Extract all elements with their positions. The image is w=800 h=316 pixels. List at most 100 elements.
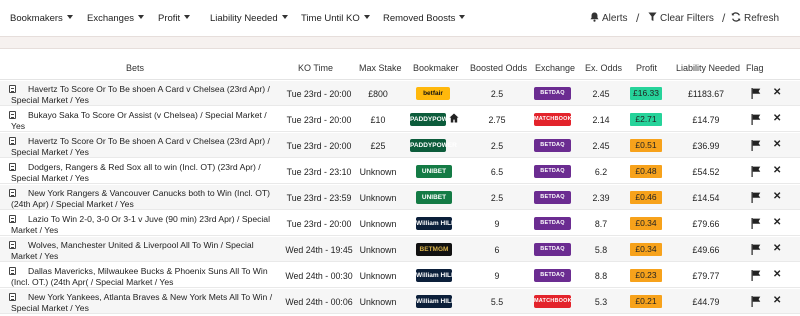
bet-description: Wolves, Manchester United & Liverpool Al…: [11, 240, 254, 261]
bet-description: Dodgers, Rangers & Red Sox all to win (I…: [11, 162, 261, 183]
close-icon[interactable]: ✕: [773, 217, 781, 228]
filter-removed-boosts[interactable]: Removed Boosts: [383, 13, 466, 24]
table-row[interactable]: Bukayo Saka To Score Or Assist (v Chelse…: [0, 107, 800, 132]
col-flag[interactable]: Flag: [746, 63, 764, 73]
liability-needed: £49.66: [692, 245, 720, 255]
ko-time: Wed 24th - 00:30: [285, 271, 353, 281]
flag-icon[interactable]: [751, 192, 761, 203]
col-bookmaker[interactable]: Bookmaker: [413, 63, 459, 73]
exchange-odds: 2.14: [592, 115, 610, 125]
bet-description: Bukayo Saka To Score Or Assist (v Chelse…: [11, 110, 267, 131]
table-header: Bets KO Time Max Stake Bookmaker Boosted…: [0, 58, 800, 80]
flag-icon[interactable]: [751, 270, 761, 281]
profit-badge: £0.51: [630, 139, 662, 152]
table-row[interactable]: Dodgers, Rangers & Red Sox all to win (I…: [0, 159, 800, 184]
max-stake: Unknown: [359, 297, 397, 307]
ko-time: Tue 23rd - 20:00: [286, 219, 352, 229]
filter-toolbar: Bookmakers Exchanges Profit Liability Ne…: [0, 0, 800, 36]
col-boosted-odds[interactable]: Boosted Odds: [470, 63, 527, 73]
ko-time: Tue 23rd - 20:00: [286, 89, 352, 99]
refresh-icon: [731, 12, 741, 23]
col-bets[interactable]: Bets: [126, 63, 144, 73]
exchange-logo: MATCHBOOK: [534, 113, 572, 126]
table-row[interactable]: Dallas Mavericks, Milwaukee Bucks & Phoe…: [0, 263, 800, 288]
bet-description: New York Yankees, Atlanta Braves & New Y…: [11, 292, 273, 313]
col-max-stake[interactable]: Max Stake: [359, 63, 402, 73]
exchange-logo: BETDAQ: [534, 139, 571, 152]
ko-time: Tue 23rd - 23:10: [286, 167, 352, 177]
close-icon[interactable]: ✕: [773, 269, 781, 280]
profit-badge: £0.21: [630, 295, 662, 308]
boosted-odds: 5.5: [490, 297, 504, 307]
close-icon[interactable]: ✕: [773, 295, 781, 306]
liability-needed: £1183.67: [687, 89, 725, 99]
clear-filters-label: Clear Filters: [660, 13, 714, 24]
close-icon[interactable]: ✕: [773, 87, 781, 98]
table-row[interactable]: Havertz To Score Or To Be shoen A Card v…: [0, 133, 800, 158]
filter-bookmakers[interactable]: Bookmakers: [10, 13, 73, 24]
clear-filters-button[interactable]: Clear Filters: [648, 12, 714, 24]
refresh-label: Refresh: [744, 13, 780, 24]
col-profit[interactable]: Profit: [636, 63, 657, 73]
liability-needed: £54.52: [692, 167, 720, 177]
close-icon[interactable]: ✕: [773, 113, 781, 124]
close-icon[interactable]: ✕: [773, 139, 781, 150]
flag-icon[interactable]: [751, 166, 761, 177]
flag-icon[interactable]: [751, 88, 761, 99]
max-stake: Unknown: [359, 271, 397, 281]
bet-description: Havertz To Score Or To Be shoen A Card v…: [11, 136, 270, 157]
filter-label: Profit: [158, 13, 181, 24]
close-icon[interactable]: ✕: [773, 191, 781, 202]
flag-icon[interactable]: [751, 140, 761, 151]
boosted-odds: 2.75: [488, 115, 506, 125]
flag-icon[interactable]: [751, 218, 761, 229]
table-row[interactable]: Wolves, Manchester United & Liverpool Al…: [0, 237, 800, 262]
bet-description: Havertz To Score Or To Be shoen A Card v…: [11, 84, 270, 105]
section-divider: [0, 36, 800, 49]
separator: /: [722, 11, 726, 25]
filter-exchanges[interactable]: Exchanges: [87, 13, 145, 24]
bookmaker-logo: UNIBET: [416, 165, 452, 178]
exchange-logo: BETDAQ: [534, 191, 571, 204]
ko-time: Wed 24th - 00:06: [285, 297, 353, 307]
filter-profit[interactable]: Profit: [158, 13, 191, 24]
boosted-odds: 2.5: [490, 89, 504, 99]
filter-time-until-ko[interactable]: Time Until KO: [301, 13, 370, 24]
exchange-odds: 2.39: [592, 193, 610, 203]
bookmaker-logo: William HILL: [416, 269, 455, 282]
table-row[interactable]: New York Rangers & Vancouver Canucks bot…: [0, 185, 800, 210]
exchange-logo: BETDAQ: [534, 269, 571, 282]
col-exchange[interactable]: Exchange: [535, 63, 575, 73]
flag-icon[interactable]: [751, 114, 761, 125]
exchange-odds: 5.8: [594, 245, 608, 255]
caret-down-icon: [184, 15, 191, 20]
liability-needed: £44.79: [692, 297, 720, 307]
max-stake: £800: [368, 89, 388, 99]
alerts-button[interactable]: Alerts: [590, 12, 628, 24]
table-row[interactable]: Lazio To Win 2-0, 3-0 Or 3-1 v Juve (90 …: [0, 211, 800, 236]
table-row[interactable]: Havertz To Score Or To Be shoen A Card v…: [0, 81, 800, 106]
col-liability-needed[interactable]: Liability Needed: [676, 63, 740, 73]
filter-label: Bookmakers: [10, 13, 63, 24]
bookmaker-logo: William HILL: [416, 295, 455, 308]
liability-needed: £36.99: [692, 141, 720, 151]
ko-time: Tue 23rd - 20:00: [286, 141, 352, 151]
profit-badge: £2.71: [630, 113, 662, 126]
profit-badge: £0.48: [630, 165, 662, 178]
close-icon[interactable]: ✕: [773, 243, 781, 254]
profit-badge: £0.34: [630, 217, 662, 230]
liability-needed: £79.66: [692, 219, 720, 229]
flag-icon[interactable]: [751, 296, 761, 307]
col-ko-time[interactable]: KO Time: [298, 63, 333, 73]
boosted-odds: 9: [494, 271, 500, 281]
col-ex-odds[interactable]: Ex. Odds: [585, 63, 622, 73]
exchange-odds: 8.7: [594, 219, 608, 229]
home-icon[interactable]: [449, 113, 459, 123]
table-row[interactable]: New York Yankees, Atlanta Braves & New Y…: [0, 289, 800, 314]
refresh-button[interactable]: Refresh: [731, 12, 780, 24]
close-icon[interactable]: ✕: [773, 165, 781, 176]
separator: /: [636, 11, 640, 25]
filter-liability[interactable]: Liability Needed: [210, 13, 288, 24]
flag-icon[interactable]: [751, 244, 761, 255]
funnel-icon: [648, 12, 657, 22]
